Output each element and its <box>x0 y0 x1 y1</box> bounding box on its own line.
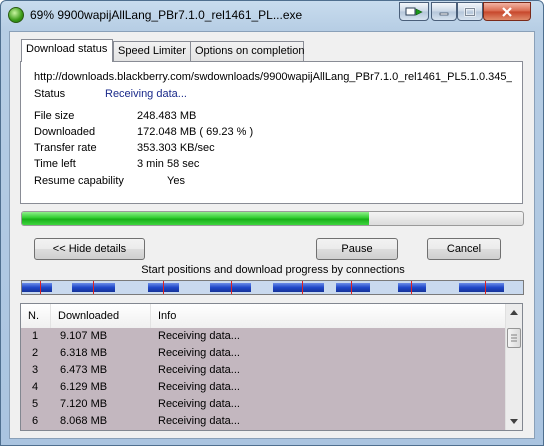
close-button[interactable] <box>483 2 531 21</box>
download-window: 69% 9900wapijAllLang_PBr7.1.0_rel1461_PL… <box>0 0 544 446</box>
grip-icon <box>511 334 517 342</box>
table-row[interactable]: 3 6.473 MB Receiving data... <box>21 362 506 379</box>
chevron-up-icon <box>510 310 518 315</box>
download-status-panel: http://downloads.blackberry.com/swdownlo… <box>20 61 523 204</box>
cell-info: Receiving data... <box>158 364 240 376</box>
hide-details-button[interactable]: << Hide details <box>34 238 145 260</box>
cell-number: 1 <box>32 330 39 342</box>
file-size-label: File size <box>34 110 75 122</box>
download-url: http://downloads.blackberry.com/swdownlo… <box>34 71 512 83</box>
cell-info: Receiving data... <box>158 347 240 359</box>
connection-start-marker <box>39 281 41 294</box>
title-bar[interactable]: 69% 9900wapijAllLang_PBr7.1.0_rel1461_PL… <box>1 1 543 29</box>
cell-number: 6 <box>32 415 39 427</box>
connection-segment <box>398 283 427 292</box>
connections-progress-bar <box>21 280 524 295</box>
cell-downloaded: 7.120 MB <box>60 398 108 410</box>
table-header: N. Downloaded Info <box>21 304 506 329</box>
cell-downloaded: 8.068 MB <box>60 415 108 427</box>
cell-downloaded: 6.129 MB <box>60 381 108 393</box>
cell-downloaded: 6.473 MB <box>60 364 108 376</box>
resume-capability-label: Resume capability <box>34 175 124 187</box>
table-row[interactable]: 5 7.120 MB Receiving data... <box>21 396 506 413</box>
progress-fill <box>22 212 369 225</box>
pause-button[interactable]: Pause <box>316 238 398 260</box>
status-value: Receiving data... <box>105 88 187 100</box>
connection-segment <box>272 283 324 292</box>
connection-segment <box>459 283 504 292</box>
cell-info: Receiving data... <box>158 330 240 342</box>
connection-start-marker <box>163 281 165 294</box>
table-row[interactable]: 2 6.318 MB Receiving data... <box>21 345 506 362</box>
transfer-rate-label: Transfer rate <box>34 142 97 154</box>
cell-downloaded: 9.107 MB <box>60 330 108 342</box>
connections-label: Start positions and download progress by… <box>141 264 405 276</box>
table-row[interactable]: 6 8.068 MB Receiving data... <box>21 413 506 430</box>
connections-table: N. Downloaded Info 1 9.107 MB Receiving da… <box>20 303 523 431</box>
scrollbar-thumb[interactable] <box>507 328 521 348</box>
cell-info: Receiving data... <box>158 398 240 410</box>
scroll-up-arrow[interactable] <box>506 304 522 321</box>
transfer-rate-value: 353.303 KB/sec <box>137 142 215 154</box>
cell-info: Receiving data... <box>158 381 240 393</box>
maximize-button[interactable] <box>457 2 483 21</box>
tab-options-on-completion[interactable]: Options on completion <box>190 41 304 61</box>
cancel-button[interactable]: Cancel <box>427 238 501 260</box>
cell-number: 4 <box>32 381 39 393</box>
download-progress-bar <box>21 211 524 226</box>
minimize-button[interactable] <box>431 2 457 21</box>
vertical-scrollbar[interactable] <box>505 304 522 430</box>
scroll-down-arrow[interactable] <box>506 413 522 430</box>
resume-capability-value: Yes <box>167 175 185 187</box>
chevron-down-icon <box>510 419 518 424</box>
connection-segment <box>22 283 53 292</box>
connection-start-marker <box>92 281 94 294</box>
connection-start-marker <box>484 281 486 294</box>
client-area: Download status Speed Limiter Options on… <box>9 31 535 439</box>
cell-info: Receiving data... <box>158 415 240 427</box>
maximize-icon <box>464 7 476 16</box>
time-left-value: 3 min 58 sec <box>137 158 200 170</box>
table-body: 1 9.107 MB Receiving data... 2 6.318 MB Recei… <box>21 328 506 430</box>
column-header-info[interactable]: Info <box>151 304 506 328</box>
cell-number: 2 <box>32 347 39 359</box>
minimize-icon <box>439 12 449 15</box>
time-left-label: Time left <box>34 158 76 170</box>
tray-arrow-icon <box>405 7 423 15</box>
column-header-n[interactable]: N. <box>21 304 51 328</box>
connection-start-marker <box>231 281 233 294</box>
connection-start-marker <box>411 281 413 294</box>
close-icon <box>502 6 512 17</box>
window-title: 69% 9900wapijAllLang_PBr7.1.0_rel1461_PL… <box>30 8 303 22</box>
tab-speed-limiter[interactable]: Speed Limiter <box>113 41 191 61</box>
app-globe-icon <box>8 7 24 23</box>
cell-number: 5 <box>32 398 39 410</box>
file-size-value: 248.483 MB <box>137 110 197 122</box>
cell-downloaded: 6.318 MB <box>60 347 108 359</box>
status-label: Status <box>34 88 66 100</box>
minimize-to-tray-button[interactable] <box>399 2 429 21</box>
connection-start-marker <box>302 281 304 294</box>
column-header-downloaded[interactable]: Downloaded <box>51 304 151 328</box>
connection-segment <box>336 283 370 292</box>
connection-start-marker <box>350 281 352 294</box>
tab-download-status[interactable]: Download status <box>21 39 113 62</box>
downloaded-label: Downloaded <box>34 126 96 138</box>
table-row[interactable]: 4 6.129 MB Receiving data... <box>21 379 506 396</box>
cell-number: 3 <box>32 364 39 376</box>
downloaded-value: 172.048 MB ( 69.23 % ) <box>137 126 254 138</box>
table-row[interactable]: 1 9.107 MB Receiving data... <box>21 328 506 345</box>
